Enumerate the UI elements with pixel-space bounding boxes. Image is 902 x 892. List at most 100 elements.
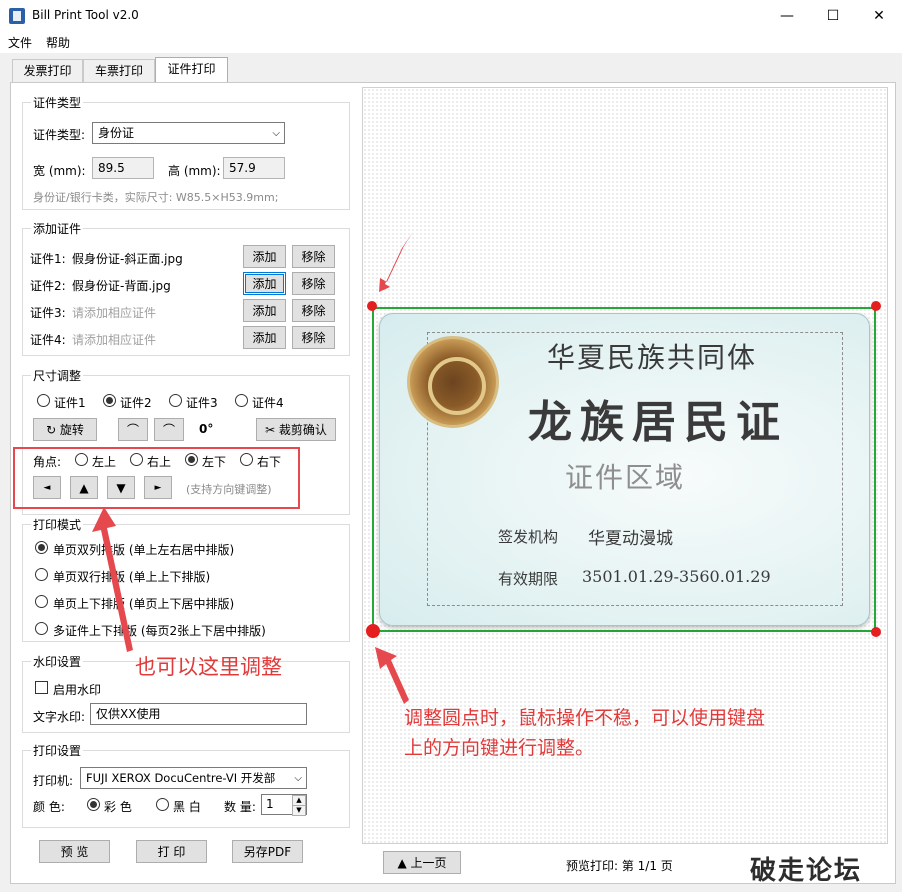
radio-print-mode-3[interactable] (35, 595, 48, 608)
tab-certificate[interactable]: 证件打印 (155, 57, 228, 84)
radio-cert2[interactable] (103, 394, 116, 407)
cert2-label: 证件2: (30, 279, 66, 293)
cert-type-label: 证件类型: (33, 128, 86, 142)
corner-handle-top-left[interactable] (367, 301, 377, 311)
minimize-button[interactable]: — (764, 0, 810, 31)
card-title-big: 龙族居民证 (528, 397, 788, 448)
add-cert3-button[interactable]: 添加 (243, 299, 286, 322)
quantity-down-icon[interactable]: ▼ (292, 805, 306, 816)
save-pdf-button[interactable]: 另存PDF (232, 840, 303, 863)
radio-cert1[interactable] (37, 394, 50, 407)
width-field[interactable]: 89.5 (92, 157, 154, 179)
radio-cert3-label: 证件3 (186, 396, 218, 410)
annotation-right-note-line1: 调整圆点时，鼠标操作不稳，可以使用键盘 (404, 707, 766, 729)
crop-confirm-button[interactable]: ✂ 裁剪确认 (256, 418, 336, 441)
group-title: 添加证件 (31, 220, 84, 237)
app-icon (9, 8, 25, 24)
add-cert2-button[interactable]: 添加 (243, 272, 286, 295)
menu-help[interactable]: 帮助 (46, 34, 70, 51)
radio-print-mode-1[interactable] (35, 541, 48, 554)
width-label: 宽 (mm): (33, 164, 86, 178)
radio-cert2-label: 证件2 (120, 396, 152, 410)
group-print-settings: 打印设置 (22, 742, 350, 828)
cert-image: 华夏民族共同体 龙族居民证 证件区域 签发机构 华夏动漫城 有效期限 3501.… (379, 313, 870, 626)
group-title: 尺寸调整 (31, 367, 84, 384)
rotate-left-button[interactable]: ⌒ (118, 418, 148, 441)
corner-handle-bottom-left[interactable] (366, 624, 380, 638)
dragon-emblem-icon (407, 336, 499, 428)
forum-logo: 破走论坛 (750, 856, 863, 886)
watermark-text-input[interactable]: 仅供XX使用 (90, 703, 307, 725)
cert-type-select[interactable]: 身份证 ⌵ (92, 122, 285, 144)
rotate-button[interactable]: ↻ 旋转 (33, 418, 97, 441)
cert4-label: 证件4: (30, 333, 66, 347)
cert-type-value: 身份证 (98, 126, 135, 140)
quantity-value: 1 (266, 797, 274, 811)
printer-value: FUJI XEROX DocuCentre-VI 开发部 (86, 771, 276, 785)
radio-cert3[interactable] (169, 394, 182, 407)
tab-ticket[interactable]: 车票打印 (83, 59, 155, 83)
cert1-label: 证件1: (30, 252, 66, 266)
cert3-file: 请添加相应证件 (72, 306, 157, 320)
radio-print-mode-4[interactable] (35, 622, 48, 635)
mono-option-label: 黑 白 (173, 800, 201, 814)
prev-page-button[interactable]: ▲ 上一页 (383, 851, 461, 874)
height-field[interactable]: 57.9 (223, 157, 285, 179)
remove-cert1-button[interactable]: 移除 (292, 245, 335, 268)
cert4-file: 请添加相应证件 (72, 333, 157, 347)
color-option-label: 彩 色 (104, 800, 132, 814)
rotate-right-button[interactable]: ⌒ (154, 418, 184, 441)
add-cert1-button[interactable]: 添加 (243, 245, 286, 268)
radio-cert1-label: 证件1 (54, 396, 86, 410)
preview-button[interactable]: 预 览 (39, 840, 110, 863)
add-cert4-button[interactable]: 添加 (243, 326, 286, 349)
chevron-down-icon: ⌵ (272, 128, 280, 139)
group-title: 水印设置 (31, 653, 84, 670)
cert-size-hint: 身份证/银行卡类，实际尺寸: W85.5×H53.9mm; (33, 191, 279, 204)
close-button[interactable]: ✕ (856, 0, 902, 31)
card-issuer-value: 华夏动漫城 (588, 529, 673, 549)
printer-label: 打印机: (33, 774, 74, 788)
watermark-text-label: 文字水印: (33, 710, 86, 724)
quantity-label: 数 量: (224, 800, 256, 814)
remove-cert3-button[interactable]: 移除 (292, 299, 335, 322)
print-mode-3-label: 单页上下排版 (单页上下居中排版) (53, 597, 235, 611)
corner-handle-top-right[interactable] (871, 301, 881, 311)
maximize-button[interactable]: ☐ (810, 0, 856, 31)
card-area-text: 证件区域 (565, 461, 686, 494)
group-title: 打印设置 (31, 742, 84, 759)
card-title-small: 华夏民族共同体 (547, 341, 758, 374)
color-label: 颜 色: (33, 800, 65, 814)
card-issuer-label: 签发机构 (498, 528, 559, 546)
radio-cert4[interactable] (235, 394, 248, 407)
annotation-right-note-line2: 上的方向键进行调整。 (404, 737, 595, 759)
cert2-file: 假身份证-背面.jpg (72, 279, 171, 293)
group-title: 打印模式 (31, 516, 84, 533)
window-title: Bill Print Tool v2.0 (32, 8, 139, 22)
print-button[interactable]: 打 印 (136, 840, 207, 863)
menu-bar: 文件 帮助 (0, 31, 902, 53)
printer-select[interactable]: FUJI XEROX DocuCentre-VI 开发部 ⌵ (80, 767, 307, 789)
tab-invoice[interactable]: 发票打印 (12, 59, 83, 83)
corner-handle-bottom-right[interactable] (871, 627, 881, 637)
enable-watermark-checkbox[interactable] (35, 681, 48, 694)
print-mode-4-label: 多证件上下排版 (每页2张上下居中排版) (53, 624, 266, 638)
remove-cert2-button[interactable]: 移除 (292, 272, 335, 295)
radio-print-mode-2[interactable] (35, 568, 48, 581)
print-mode-2-label: 单页双行排版 (单上上下排版) (53, 570, 211, 584)
rotation-angle: 0° (199, 422, 214, 436)
card-valid-value: 3501.01.29-3560.01.29 (582, 567, 771, 586)
radio-color[interactable] (87, 798, 100, 811)
enable-watermark-label: 启用水印 (53, 683, 102, 697)
annotation-left-note: 也可以这里调整 (135, 655, 282, 679)
chevron-down-icon: ⌵ (294, 773, 302, 784)
remove-cert4-button[interactable]: 移除 (292, 326, 335, 349)
radio-mono[interactable] (156, 798, 169, 811)
annotation-highlight-box (13, 447, 300, 509)
print-mode-1-label: 单页双列排版 (单上左右居中排版) (53, 543, 235, 557)
menu-file[interactable]: 文件 (8, 34, 32, 51)
card-valid-label: 有效期限 (498, 570, 559, 588)
group-title: 证件类型 (31, 94, 84, 111)
cert-selection-box[interactable]: 华夏民族共同体 龙族居民证 证件区域 签发机构 华夏动漫城 有效期限 3501.… (372, 307, 876, 632)
cert3-label: 证件3: (30, 306, 66, 320)
